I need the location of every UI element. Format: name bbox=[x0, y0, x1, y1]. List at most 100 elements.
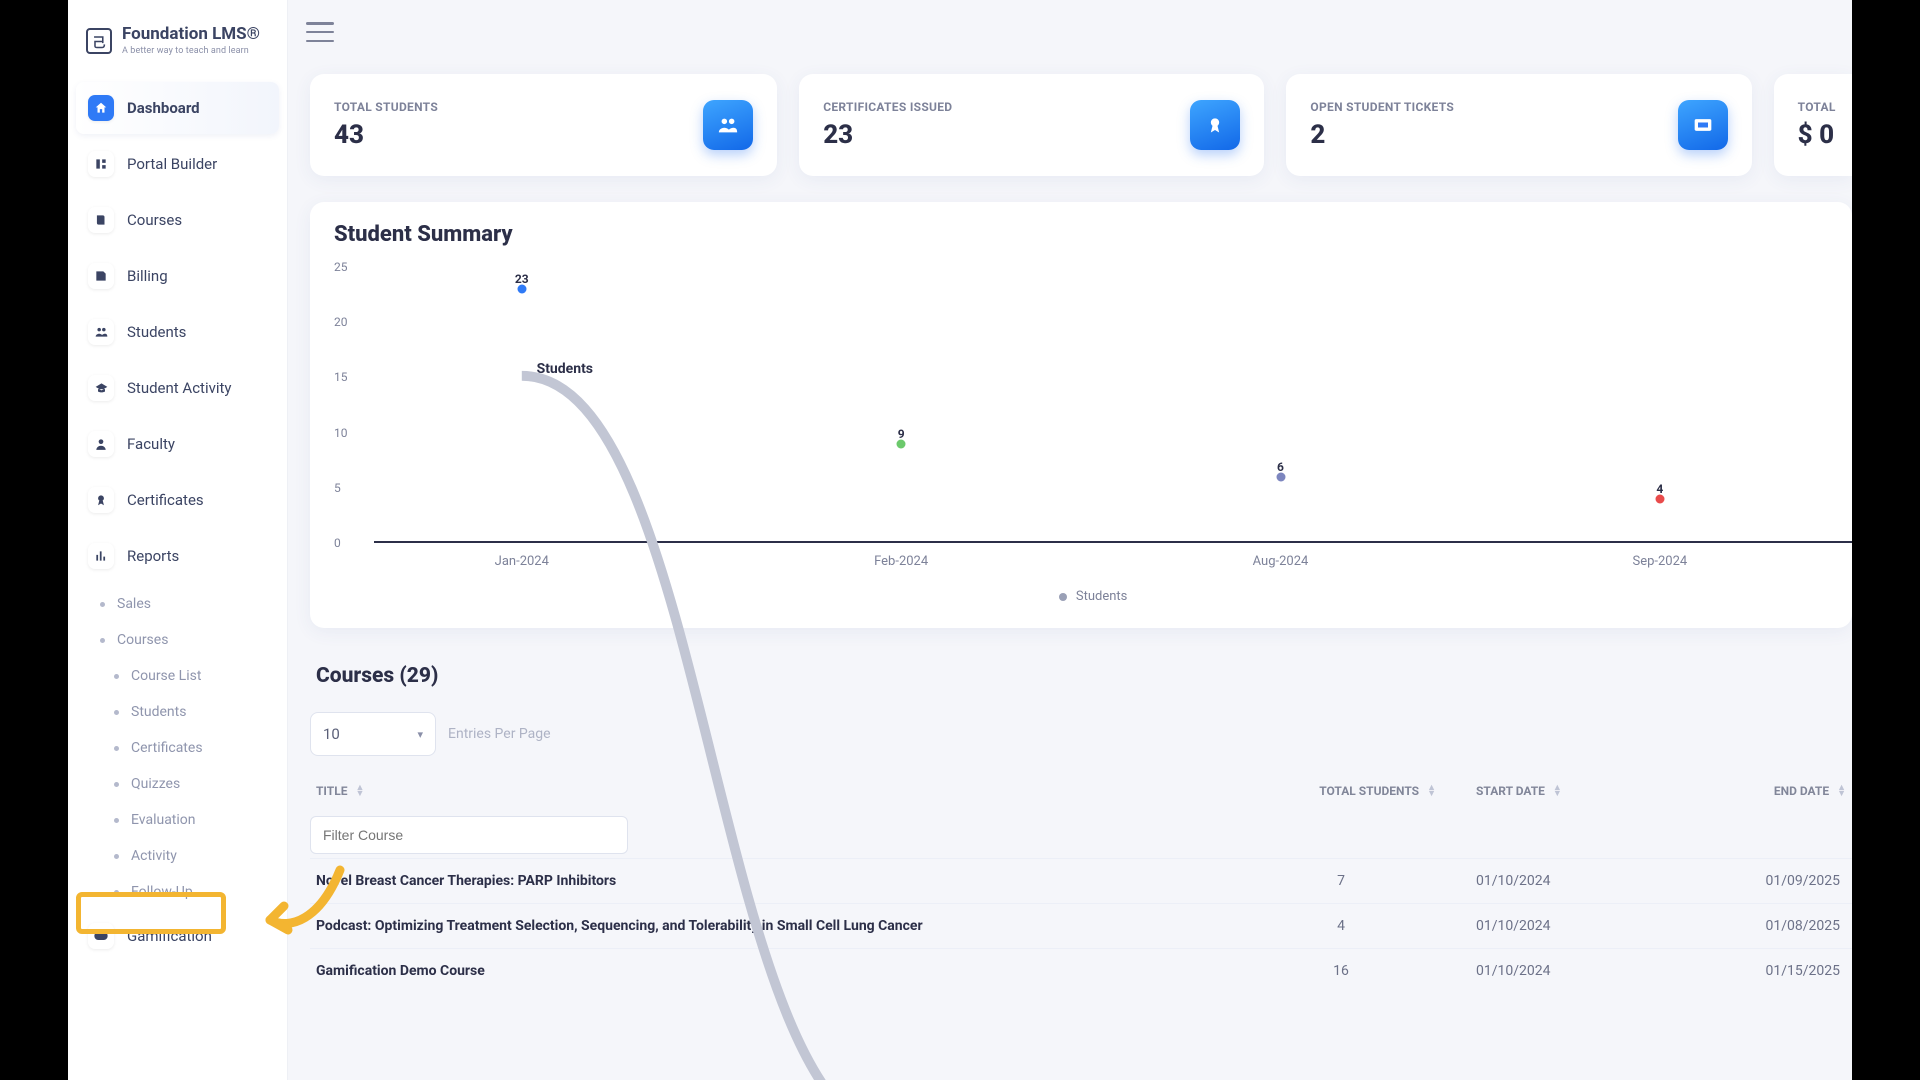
sidebar-item-dashboard[interactable]: Dashboard bbox=[76, 82, 279, 134]
reports-subnav: Sales Courses Course List Students Certi… bbox=[76, 586, 279, 910]
chart-point-label: 4 bbox=[1656, 482, 1663, 496]
bullet-icon bbox=[114, 710, 119, 715]
sidebar-item-billing[interactable]: Billing bbox=[76, 250, 279, 302]
y-tick: 25 bbox=[334, 260, 348, 274]
subnav-followup[interactable]: Follow-Up bbox=[108, 874, 279, 910]
bullet-icon bbox=[114, 890, 119, 895]
chart-area: Students Jan-2024 Feb-2024 Aug-2024 Sep-202… bbox=[334, 257, 1852, 577]
main: TOTAL STUDENTS 43 CERTIFICATES ISSUED 23 bbox=[288, 0, 1852, 1080]
subnav-label: Follow-Up bbox=[131, 884, 193, 900]
bullet-icon bbox=[100, 602, 105, 607]
certificate-icon bbox=[88, 487, 114, 513]
portal-icon bbox=[88, 151, 114, 177]
stat-card-certificates: CERTIFICATES ISSUED 23 bbox=[799, 74, 1264, 176]
sidebar-item-gamification[interactable]: Gamification bbox=[76, 910, 279, 962]
subnav-label: Sales bbox=[117, 596, 151, 612]
sidebar-item-student-activity[interactable]: Student Activity bbox=[76, 362, 279, 414]
bullet-icon bbox=[114, 782, 119, 787]
subnav-label: Evaluation bbox=[131, 812, 196, 828]
bullet-icon bbox=[114, 746, 119, 751]
nav: Dashboard Portal Builder Courses Billing bbox=[68, 72, 287, 966]
stat-value: 23 bbox=[823, 120, 952, 150]
chart-plot: Students Jan-2024Feb-2024Aug-2024Sep-202… bbox=[374, 267, 1852, 543]
subnav-sales[interactable]: Sales bbox=[94, 586, 279, 622]
subnav-label: Quizzes bbox=[131, 776, 180, 792]
chart-line bbox=[374, 267, 1852, 1080]
sidebar-item-reports[interactable]: Reports bbox=[76, 530, 279, 582]
bullet-icon bbox=[114, 818, 119, 823]
chart-title: Student Summary bbox=[334, 222, 1852, 247]
stat-value: 43 bbox=[334, 120, 438, 150]
series-inline-label: Students bbox=[537, 361, 593, 377]
subnav-label: Activity bbox=[131, 848, 177, 864]
brand-tagline: A better way to teach and learn bbox=[122, 47, 260, 56]
subnav-label: Certificates bbox=[131, 740, 203, 756]
x-tick: Feb-2024 bbox=[874, 554, 928, 569]
stat-cards-row: TOTAL STUDENTS 43 CERTIFICATES ISSUED 23 bbox=[310, 74, 1852, 176]
subnav-label: Students bbox=[131, 704, 186, 720]
sidebar-item-portal-builder[interactable]: Portal Builder bbox=[76, 138, 279, 190]
subnav-quizzes[interactable]: Quizzes bbox=[108, 766, 279, 802]
stat-label: TOTAL bbox=[1798, 100, 1836, 114]
sidebar-item-certificates[interactable]: Certificates bbox=[76, 474, 279, 526]
book-icon bbox=[88, 207, 114, 233]
menu-toggle-button[interactable] bbox=[306, 22, 334, 42]
gamification-icon bbox=[88, 923, 114, 949]
subnav-course-list[interactable]: Course List bbox=[108, 658, 279, 694]
subnav-courses[interactable]: Courses bbox=[94, 622, 279, 658]
y-tick: 0 bbox=[334, 536, 341, 550]
faculty-icon bbox=[88, 431, 114, 457]
subnav-activity[interactable]: Activity bbox=[108, 838, 279, 874]
courses-subnav: Course List Students Certificates Quizze… bbox=[94, 658, 279, 910]
y-tick: 10 bbox=[334, 426, 348, 440]
brand-logo-icon: 己 bbox=[86, 28, 112, 54]
activity-icon bbox=[88, 375, 114, 401]
sidebar-item-label: Reports bbox=[127, 547, 179, 565]
stat-card-total-cut: TOTAL $ 0 bbox=[1774, 74, 1852, 176]
stat-card-total-students: TOTAL STUDENTS 43 bbox=[310, 74, 777, 176]
stat-value: $ 0 bbox=[1798, 120, 1836, 150]
students-icon bbox=[703, 100, 753, 150]
sidebar-item-label: Students bbox=[127, 323, 186, 341]
certificate-icon bbox=[1190, 100, 1240, 150]
sidebar-item-label: Faculty bbox=[127, 435, 175, 453]
subnav-evaluation[interactable]: Evaluation bbox=[108, 802, 279, 838]
x-tick: Aug-2024 bbox=[1253, 554, 1309, 569]
sidebar-item-label: Student Activity bbox=[127, 379, 232, 397]
billing-icon bbox=[88, 263, 114, 289]
subnav-students[interactable]: Students bbox=[108, 694, 279, 730]
select-value: 10 bbox=[323, 725, 340, 743]
sidebar-item-label: Gamification bbox=[127, 927, 212, 945]
sidebar-item-label: Portal Builder bbox=[127, 155, 217, 173]
stat-card-tickets: OPEN STUDENT TICKETS 2 bbox=[1286, 74, 1751, 176]
stat-label: CERTIFICATES ISSUED bbox=[823, 100, 952, 114]
bullet-icon bbox=[100, 638, 105, 643]
chart-point-label: 23 bbox=[515, 272, 529, 286]
y-tick: 20 bbox=[334, 315, 348, 329]
students-icon bbox=[88, 319, 114, 345]
brand: 己 Foundation LMS® A better way to teach … bbox=[68, 0, 287, 72]
stat-label: TOTAL STUDENTS bbox=[334, 100, 438, 114]
y-tick: 5 bbox=[334, 481, 341, 495]
subnav-label: Course List bbox=[131, 668, 201, 684]
topbar bbox=[288, 0, 1852, 64]
bullet-icon bbox=[114, 674, 119, 679]
sidebar-item-faculty[interactable]: Faculty bbox=[76, 418, 279, 470]
sidebar-item-label: Certificates bbox=[127, 491, 204, 509]
sidebar: 己 Foundation LMS® A better way to teach … bbox=[68, 0, 288, 1080]
sidebar-item-students[interactable]: Students bbox=[76, 306, 279, 358]
sidebar-item-label: Courses bbox=[127, 211, 182, 229]
th-label: TITLE bbox=[316, 784, 347, 798]
chart-point-label: 6 bbox=[1277, 460, 1284, 474]
x-tick: Jan-2024 bbox=[495, 554, 549, 569]
y-tick: 15 bbox=[334, 370, 348, 384]
sidebar-item-label: Dashboard bbox=[127, 99, 200, 117]
chart-card: Student Summary Students Jan-2024 Feb-202… bbox=[310, 202, 1852, 628]
chart-point-label: 9 bbox=[898, 427, 905, 441]
x-tick: Sep-2024 bbox=[1632, 554, 1687, 569]
brand-name: Foundation LMS® bbox=[122, 26, 260, 43]
sidebar-item-courses[interactable]: Courses bbox=[76, 194, 279, 246]
subnav-label: Courses bbox=[117, 632, 168, 648]
subnav-certificates[interactable]: Certificates bbox=[108, 730, 279, 766]
stat-label: OPEN STUDENT TICKETS bbox=[1310, 100, 1454, 114]
